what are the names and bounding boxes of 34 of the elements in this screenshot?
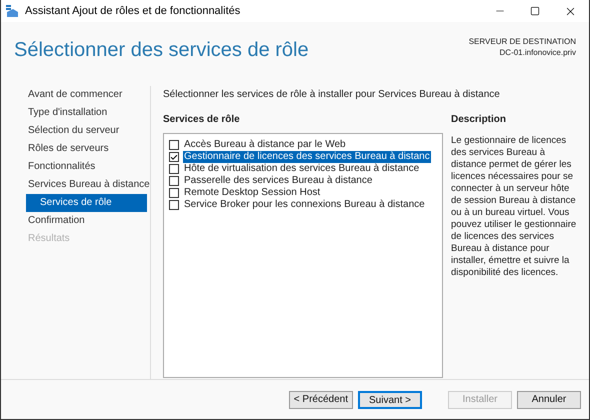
role-service-item[interactable]: Gestionnaire de licences des services Bureau à distanc <box>183 151 431 163</box>
nav-item[interactable]: Avant de commencer <box>26 86 147 104</box>
role-service-item[interactable]: Remote Desktop Session Host <box>183 187 322 199</box>
description-heading: Description <box>451 113 508 127</box>
wizard-button[interactable]: Suivant > <box>358 390 422 408</box>
description-text: Le gestionnaire de licences des services Bureau à distance permet de gérer les licences nécessaires pour se connecter à un serveur hôte de session Bureau à distance ou à un bureau virtuel. Vous pouvez utiliser le gestionnaire de licences des services Bureau à distance pour installer, émettre et suivre la disponibilité des licences. <box>451 135 578 279</box>
app-icon <box>6 5 19 17</box>
wizard-button[interactable]: Annuler <box>517 390 581 408</box>
nav-item[interactable]: Fonctionnalités <box>26 158 147 176</box>
wizard-button[interactable]: < Précédent <box>288 390 353 408</box>
nav-item[interactable]: Services de rôle <box>26 194 147 212</box>
role-service-item[interactable]: Accès Bureau à distance par le Web <box>183 139 347 151</box>
checkbox[interactable] <box>169 200 179 210</box>
server-name: DC-01.infonovice.priv <box>500 47 576 58</box>
maximize-icon[interactable] <box>530 6 540 16</box>
role-service-item[interactable]: Service Broker pour les connexions Bureau à distance <box>183 199 426 211</box>
check-icon <box>170 152 178 162</box>
role-service-item[interactable]: Hôte de virtualisation des services Bureau à distance <box>183 163 420 175</box>
server-label: SERVEUR DE DESTINATION <box>468 36 576 47</box>
window-title: Assistant Ajout de rôles et de fonctionnalités <box>25 4 240 19</box>
nav-item[interactable]: Sélection du serveur <box>26 122 147 140</box>
role-service-item[interactable]: Passerelle des services Bureau à distance <box>183 175 374 187</box>
nav-item[interactable]: Services Bureau à distance <box>26 176 147 194</box>
checkbox[interactable] <box>169 188 179 198</box>
intro-text: Sélectionner les services de rôle à installer pour Services Bureau à distance <box>163 88 501 102</box>
nav-item[interactable]: Type d'installation <box>26 104 147 122</box>
nav-item[interactable]: Rôles de serveurs <box>26 140 147 158</box>
services-heading: Services de rôle <box>163 113 241 127</box>
page-title: Sélectionner des services de rôle <box>14 38 309 63</box>
checkbox[interactable] <box>169 176 179 186</box>
nav-item[interactable]: Confirmation <box>26 212 147 230</box>
checkbox[interactable] <box>169 152 179 162</box>
checkbox[interactable] <box>169 140 179 150</box>
checkbox[interactable] <box>169 164 179 174</box>
